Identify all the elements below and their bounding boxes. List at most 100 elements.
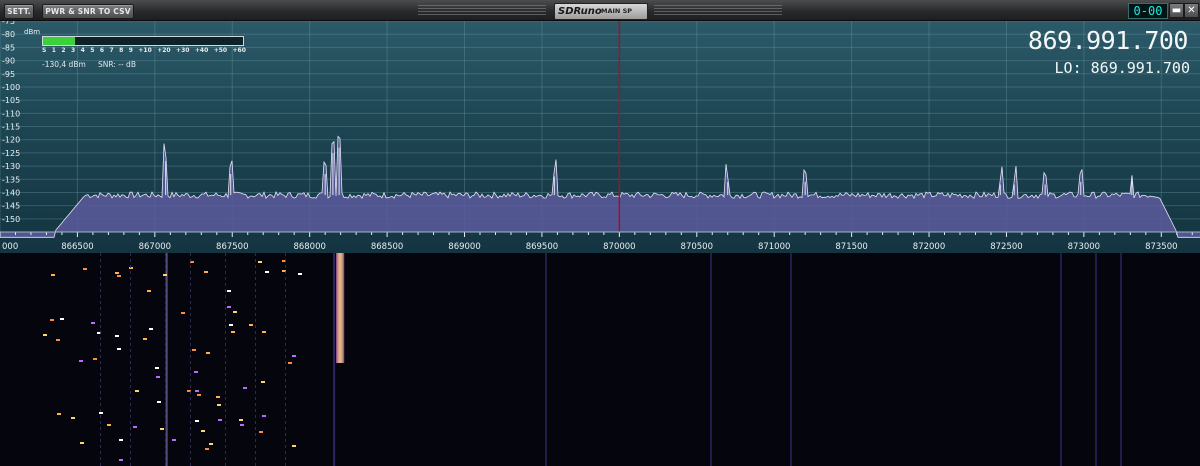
waterfall-streak — [790, 253, 792, 466]
close-button[interactable]: ✕ — [1184, 3, 1199, 18]
waterfall-noise — [285, 271, 286, 274]
waterfall-display[interactable] — [0, 253, 1200, 466]
waterfall-noise — [100, 415, 101, 418]
waterfall-noise — [285, 331, 286, 334]
y-tick-label: -115 — [2, 123, 20, 132]
drag-grip-left[interactable] — [418, 5, 546, 15]
waterfall-noise — [255, 445, 256, 448]
waterfall-noise — [285, 283, 286, 286]
y-tick-label: -150 — [2, 215, 20, 224]
waterfall-blip — [292, 355, 296, 357]
y-tick-label: -130 — [2, 162, 20, 171]
waterfall-blip — [216, 396, 220, 398]
x-tick-label: 868500 — [371, 242, 403, 252]
waterfall-noise — [100, 283, 101, 286]
waterfall-noise — [255, 409, 256, 412]
waterfall-noise — [130, 409, 131, 412]
x-tick-label: 870000 — [603, 242, 635, 252]
waterfall-noise — [285, 433, 286, 436]
s-meter-scale-label: +60 — [232, 47, 246, 54]
waterfall-canvas[interactable] — [0, 253, 1200, 466]
settings-button[interactable]: SETT. — [4, 4, 34, 19]
waterfall-blip — [60, 318, 64, 320]
waterfall-blip — [233, 311, 237, 313]
x-tick-label: 869500 — [526, 242, 558, 252]
waterfall-blip — [298, 273, 302, 275]
waterfall-noise — [165, 253, 166, 256]
waterfall-noise — [130, 295, 131, 298]
waterfall-noise — [190, 331, 191, 334]
lo-frequency[interactable]: LO: 869.991.700 — [1055, 59, 1190, 77]
waterfall-noise — [130, 259, 131, 262]
waterfall-noise — [190, 259, 191, 262]
waterfall-noise — [255, 295, 256, 298]
s-meter-scale-label: +40 — [194, 47, 209, 54]
waterfall-noise — [285, 367, 286, 370]
waterfall-noise — [165, 433, 166, 436]
waterfall-noise — [255, 307, 256, 310]
waterfall-noise — [130, 355, 131, 358]
waterfall-noise — [165, 343, 166, 346]
waterfall-noise — [165, 313, 166, 316]
waterfall-noise — [225, 361, 226, 364]
spectrum-panel[interactable]: -75 -80 -85 -90 -95 -100 -105 -110 -115 -120 -125 -… — [0, 21, 1200, 253]
x-tick-label: 867500 — [216, 242, 248, 252]
s-meter-scale-label: 8 — [119, 47, 124, 54]
waterfall-blip — [227, 306, 231, 308]
waterfall-noise — [255, 283, 256, 286]
waterfall-noise — [130, 349, 131, 352]
waterfall-noise — [165, 277, 166, 280]
x-tick-label: 868000 — [293, 242, 325, 252]
waterfall-noise — [285, 349, 286, 352]
waterfall-streak — [1060, 253, 1062, 466]
x-tick-label: 872000 — [913, 242, 945, 252]
waterfall-blip — [147, 290, 151, 292]
waterfall-noise — [100, 397, 101, 400]
waterfall-noise — [285, 265, 286, 268]
waterfall-noise — [255, 373, 256, 376]
waterfall-noise — [285, 259, 286, 262]
waterfall-noise — [285, 397, 286, 400]
waterfall-noise — [255, 289, 256, 292]
waterfall-noise — [225, 421, 226, 424]
power-readout: -130,4 dBm — [42, 60, 86, 69]
waterfall-noise — [190, 343, 191, 346]
waterfall-blip — [93, 358, 97, 360]
waterfall-noise — [225, 343, 226, 346]
y-tick-label: -120 — [2, 136, 20, 145]
drag-grip-right[interactable] — [654, 5, 782, 15]
x-tick-label: 866500 — [61, 242, 93, 252]
minimize-button[interactable]: ▬ — [1169, 3, 1184, 18]
waterfall-noise — [100, 439, 101, 442]
waterfall-burst-overlay — [336, 253, 345, 363]
y-tick-label: -135 — [2, 175, 20, 184]
waterfall-noise — [255, 397, 256, 400]
waterfall-noise — [100, 325, 101, 328]
waterfall-noise — [165, 409, 166, 412]
waterfall-noise — [165, 421, 166, 424]
waterfall-noise — [190, 271, 191, 274]
pwr-snr-to-csv-button[interactable]: PWR & SNR TO CSV — [42, 4, 134, 19]
waterfall-noise — [285, 361, 286, 364]
s-meter-scale-label: 4 — [80, 47, 85, 54]
y-tick-label: -140 — [2, 188, 20, 197]
waterfall-noise — [255, 277, 256, 280]
waterfall-noise — [190, 319, 191, 322]
waterfall-noise — [165, 391, 166, 394]
waterfall-blip — [99, 412, 103, 414]
waterfall-blip — [43, 334, 47, 336]
waterfall-noise — [165, 451, 166, 454]
waterfall-noise — [190, 421, 191, 424]
waterfall-noise — [130, 445, 131, 448]
x-tick-label: 872500 — [990, 242, 1022, 252]
waterfall-noise — [165, 367, 166, 370]
waterfall-noise — [225, 415, 226, 418]
waterfall-blip — [192, 349, 196, 351]
waterfall-blip — [205, 448, 209, 450]
waterfall-noise — [165, 373, 166, 376]
waterfall-noise — [225, 271, 226, 274]
vfo-frequency[interactable]: 869.991.700 — [1028, 27, 1189, 55]
waterfall-noise — [190, 397, 191, 400]
waterfall-noise — [190, 283, 191, 286]
waterfall-noise — [165, 259, 166, 262]
